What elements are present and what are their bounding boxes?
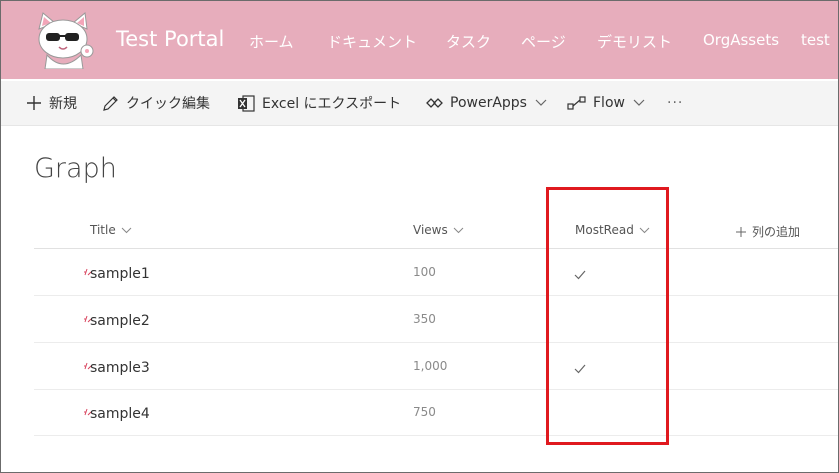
flow-menu[interactable]: Flow [567, 93, 645, 113]
item-views: 350 [413, 312, 436, 326]
export-excel-button[interactable]: Excel にエクスポート [237, 93, 401, 113]
plus-icon [736, 226, 746, 237]
site-logo[interactable] [33, 11, 95, 70]
list-header-row: Title Views MostRead 列の追加 [34, 215, 838, 249]
column-header-mostread[interactable]: MostRead [575, 223, 650, 237]
checkmark-icon [574, 359, 586, 378]
column-mostread-label: MostRead [575, 223, 634, 237]
item-views: 750 [413, 405, 436, 419]
powerapps-label: PowerApps [450, 95, 527, 111]
nav-pages[interactable]: ページ [521, 31, 566, 52]
list-row[interactable]: sample4 750 [34, 389, 838, 436]
site-title[interactable]: Test Portal [116, 27, 224, 51]
nav-org-assets[interactable]: OrgAssets [703, 31, 779, 49]
powerapps-icon [426, 97, 443, 109]
nav-test[interactable]: test [801, 31, 830, 49]
add-column-label: 列の追加 [752, 225, 801, 239]
flow-label: Flow [593, 95, 625, 111]
new-label: 新規 [49, 96, 77, 112]
more-options-button[interactable]: ··· [667, 93, 683, 113]
plus-icon [26, 95, 42, 111]
item-title-link[interactable]: sample3 [90, 360, 150, 376]
chevron-down-icon [639, 227, 650, 233]
list-row[interactable]: sample3 1,000 [34, 343, 838, 390]
chevron-down-icon [453, 227, 464, 233]
chevron-down-icon [535, 99, 547, 107]
add-column-button[interactable]: 列の追加 [736, 223, 800, 240]
screenshot-frame: Test Portal ホーム ドキュメント タスク ページ デモリスト Org… [0, 0, 839, 473]
export-excel-label: Excel にエクスポート [262, 96, 402, 112]
nav-demo-list[interactable]: デモリスト [597, 31, 672, 52]
excel-icon [237, 94, 255, 112]
column-title-label: Title [90, 223, 116, 237]
quick-edit-label: クイック編集 [126, 96, 210, 112]
quick-edit-button[interactable]: クイック編集 [102, 93, 210, 113]
item-title-link[interactable]: sample1 [90, 266, 150, 282]
pencil-icon [102, 95, 119, 112]
chevron-down-icon [633, 99, 645, 107]
nav-home[interactable]: ホーム [249, 31, 294, 52]
cat-logo-icon [38, 12, 94, 70]
powerapps-menu[interactable]: PowerApps [426, 93, 547, 113]
chevron-down-icon [121, 227, 132, 233]
item-views: 1,000 [413, 359, 448, 373]
new-button[interactable]: 新規 [26, 93, 77, 113]
command-bar: 新規 クイック編集 Excel にエクスポート PowerApps Flow ·… [1, 81, 838, 126]
item-title-link[interactable]: sample2 [90, 313, 150, 329]
column-header-views[interactable]: Views [413, 223, 464, 237]
page-title: Graph [34, 153, 117, 184]
checkmark-icon [574, 265, 586, 284]
item-views: 100 [413, 265, 436, 279]
item-title-link[interactable]: sample4 [90, 406, 150, 422]
column-views-label: Views [413, 223, 448, 237]
list-row[interactable]: sample1 100 [34, 249, 838, 296]
nav-documents[interactable]: ドキュメント [327, 31, 417, 52]
nav-tasks[interactable]: タスク [446, 31, 491, 52]
site-header: Test Portal ホーム ドキュメント タスク ページ デモリスト Org… [1, 1, 838, 79]
column-header-title[interactable]: Title [90, 223, 132, 237]
list-row[interactable]: sample2 350 [34, 296, 838, 343]
flow-icon [567, 96, 586, 110]
